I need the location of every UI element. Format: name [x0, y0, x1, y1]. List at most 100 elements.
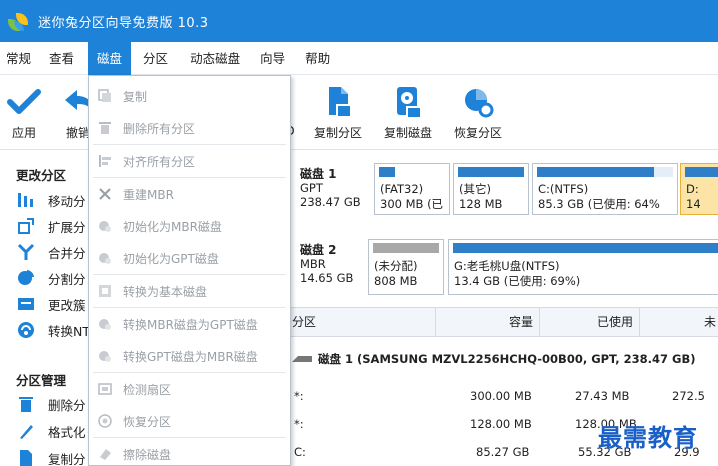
partition-size: 808 MB — [374, 274, 418, 288]
menu-view[interactable]: 查看 — [39, 42, 82, 75]
copy-disk-label: 复制磁盘 — [383, 126, 432, 140]
op-copy-partition-label: 复制分 — [48, 451, 86, 466]
change-partition-group-title: 更改分区 — [16, 168, 67, 183]
menu-delete-all-partitions-label: 删除所有分区 — [123, 121, 196, 136]
row-name: *: — [294, 389, 304, 403]
op-convert-ntfs[interactable]: 转换NT — [16, 317, 90, 343]
merge-icon — [16, 242, 36, 262]
partition-card-fat32[interactable]: (FAT32) 300 MB (已 — [374, 163, 450, 215]
op-copy-partition[interactable]: 复制分 — [16, 445, 86, 466]
window-title: 迷你兔分区向导免费版 10.3 — [38, 15, 209, 31]
usage-bar — [458, 167, 524, 177]
partition-card-other[interactable]: (其它) 128 MB — [453, 163, 529, 215]
menu-convert-gpt-to-mbr-label: 转换GPT磁盘为MBR磁盘 — [123, 349, 258, 364]
col-unused[interactable]: 未 — [640, 308, 718, 336]
copy-file-icon — [16, 448, 36, 466]
op-split-partition-label: 分割分 — [48, 271, 86, 287]
menu-delete-all-partitions[interactable]: 删除所有分区 — [89, 112, 290, 144]
menu-rebuild-mbr[interactable]: 重建MBR — [89, 178, 290, 210]
partition-size: 85.3 GB (已使用: 64% — [538, 197, 660, 211]
disk-1-size: 238.47 GB — [300, 195, 361, 209]
init-disk-icon — [97, 250, 113, 266]
partition-card-unallocated[interactable]: (未分配) 808 MB — [368, 239, 444, 295]
partition-size: 300 MB (已 — [380, 197, 444, 211]
partition-management-group-title: 分区管理 — [16, 373, 67, 388]
partition-fs: G:老毛桃U盘(NTFS) — [454, 259, 560, 273]
partition-card-d[interactable]: D: 14 — [680, 163, 718, 215]
menu-init-mbr-label: 初始化为MBR磁盘 — [123, 219, 222, 234]
trash-icon — [97, 120, 113, 136]
partition-size: 13.4 GB (已使用: 69%) — [454, 274, 581, 288]
op-convert-ntfs-label: 转换NT — [48, 323, 90, 339]
apply-button[interactable]: 应用 — [4, 84, 44, 141]
menu-align-all-partitions[interactable]: 对齐所有分区 — [89, 145, 290, 177]
col-capacity[interactable]: 容量 — [436, 308, 540, 336]
copy-disk-button[interactable]: 复制磁盘 — [380, 84, 436, 141]
op-extend-partition[interactable]: 扩展分 — [16, 213, 86, 239]
copy-icon — [97, 88, 113, 104]
col-used[interactable]: 已使用 — [540, 308, 640, 336]
apply-label: 应用 — [11, 126, 36, 140]
partition-fs: (其它) — [459, 182, 491, 196]
recover-partition-button[interactable]: 恢复分区 — [450, 84, 506, 141]
partition-size: 128 MB — [459, 197, 503, 211]
menu-convert-basic-label: 转换为基本磁盘 — [123, 284, 208, 299]
col-partition[interactable]: 分区 — [290, 308, 436, 336]
init-disk-icon — [97, 218, 113, 234]
menu-help[interactable]: 帮助 — [297, 42, 338, 75]
menu-disk[interactable]: 磁盘 — [88, 41, 132, 75]
convert-disk-icon — [97, 316, 113, 332]
menu-copy[interactable]: 复制 — [89, 80, 290, 112]
convert-icon — [16, 320, 36, 340]
op-move-partition-label: 移动分 — [48, 193, 86, 209]
wrench-icon — [97, 186, 113, 202]
partition-card-g[interactable]: G:老毛桃U盘(NTFS) 13.4 GB (已使用: 69%) — [448, 239, 718, 295]
menu-surface-test-label: 检测扇区 — [123, 382, 172, 397]
menu-surface-test[interactable]: 检测扇区 — [89, 373, 290, 405]
menu-init-gpt[interactable]: 初始化为GPT磁盘 — [89, 242, 290, 274]
menu-convert-mbr-to-gpt[interactable]: 转换MBR磁盘为GPT磁盘 — [89, 308, 290, 340]
op-delete-partition[interactable]: 删除分 — [16, 391, 86, 417]
menu-recover-partition[interactable]: 恢复分区 — [89, 405, 290, 437]
row-capacity: 300.00 MB — [470, 389, 532, 403]
partition-fs: D: — [686, 182, 699, 196]
menu-wipe-disk-label: 擦除磁盘 — [123, 447, 172, 462]
op-change-cluster[interactable]: 更改簇 — [16, 291, 86, 317]
op-merge-partition[interactable]: 合并分 — [16, 239, 86, 265]
partition-fs: C:(NTFS) — [538, 182, 589, 196]
table-header: 分区 容量 已使用 未 — [290, 307, 718, 337]
copy-partition-button[interactable]: 复制分区 — [310, 84, 366, 141]
row-capacity: 85.27 GB — [476, 445, 530, 459]
menu-general[interactable]: 常规 — [0, 42, 39, 75]
menu-dynamic-disk[interactable]: 动态磁盘 — [182, 42, 248, 75]
menu-bar: 常规 查看 磁盘 分区 动态磁盘 向导 帮助 — [0, 41, 718, 75]
op-change-cluster-label: 更改簇 — [48, 297, 86, 313]
menu-align-all-partitions-label: 对齐所有分区 — [123, 154, 196, 169]
op-format-partition[interactable]: 格式化 — [16, 418, 86, 444]
check-icon — [4, 84, 44, 120]
op-move-partition[interactable]: 移动分 — [16, 187, 86, 213]
recover-partition-label: 恢复分区 — [453, 126, 502, 140]
menu-wipe-disk[interactable]: 擦除磁盘 — [89, 438, 290, 466]
menu-wizard[interactable]: 向导 — [252, 42, 293, 75]
app-logo-icon — [6, 9, 30, 33]
menu-partition[interactable]: 分区 — [135, 42, 176, 75]
unallocated-bar — [373, 243, 439, 253]
disk-1-label[interactable]: 磁盘 1 GPT 238.47 GB — [300, 167, 361, 209]
partition-fs: (FAT32) — [380, 182, 424, 196]
partition-card-c[interactable]: C:(NTFS) 85.3 GB (已使用: 64% — [532, 163, 678, 215]
copy-partition-icon — [318, 84, 358, 120]
recover-partition-icon — [458, 84, 498, 120]
table-row[interactable]: *: 300.00 MB 27.43 MB 272.5 — [290, 383, 718, 411]
menu-rebuild-mbr-label: 重建MBR — [123, 187, 174, 202]
menu-convert-gpt-to-mbr[interactable]: 转换GPT磁盘为MBR磁盘 — [89, 340, 290, 372]
menu-convert-basic[interactable]: 转换为基本磁盘 — [89, 275, 290, 307]
menu-init-gpt-label: 初始化为GPT磁盘 — [123, 251, 219, 266]
table-disk-row[interactable]: 磁盘 1 (SAMSUNG MZVL2256HCHQ-00B00, GPT, 2… — [290, 337, 718, 381]
menu-init-mbr[interactable]: 初始化为MBR磁盘 — [89, 210, 290, 242]
split-pie-icon — [16, 268, 36, 288]
op-split-partition[interactable]: 分割分 — [16, 265, 86, 291]
disk-2-label[interactable]: 磁盘 2 MBR 14.65 GB — [300, 243, 353, 285]
format-brush-icon — [16, 421, 36, 441]
extend-icon — [16, 216, 36, 236]
